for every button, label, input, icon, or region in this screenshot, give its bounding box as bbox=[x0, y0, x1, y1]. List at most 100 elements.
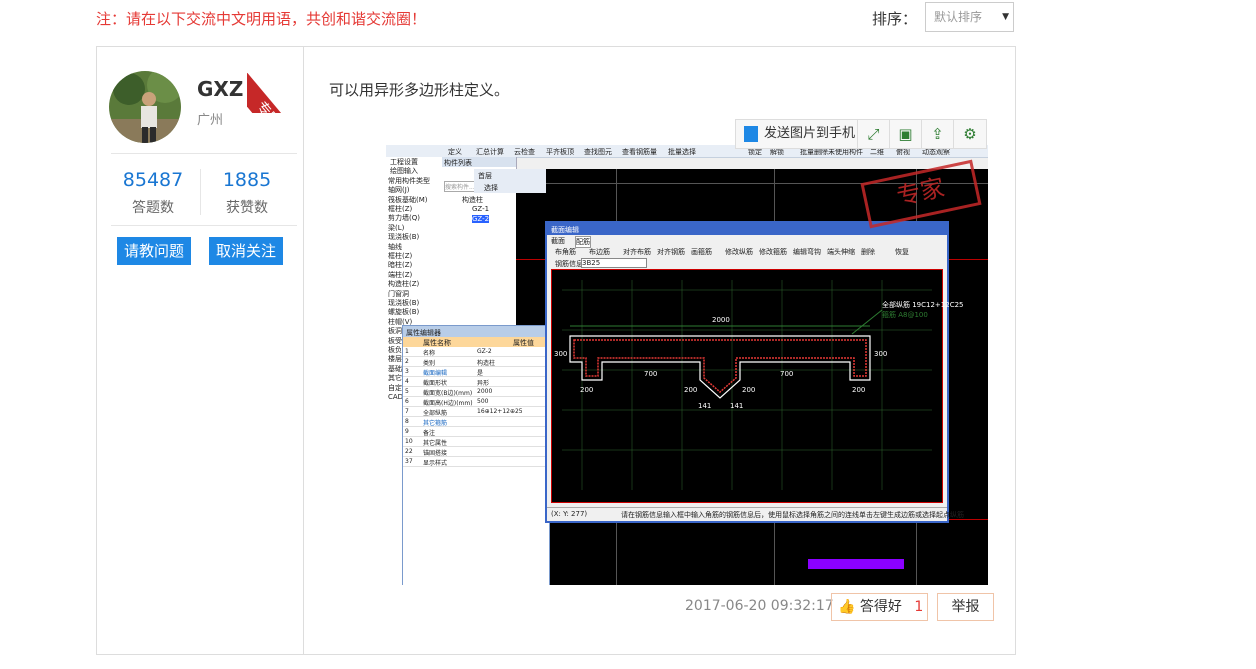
property-row[interactable]: 7 全部纵筋 16⊕12+12⊕25 bbox=[403, 407, 549, 417]
dim-200b: 200 bbox=[684, 386, 698, 394]
dialog-tool-button[interactable]: 删除 bbox=[861, 247, 875, 257]
dialog-tool-button[interactable]: 端头伸缩 bbox=[827, 247, 855, 257]
answers-count: 85487 bbox=[122, 169, 184, 191]
thumb-up-icon: 👍 bbox=[838, 599, 856, 615]
property-name: 其它箍筋 bbox=[423, 420, 448, 427]
property-n: 8 bbox=[405, 418, 409, 425]
expert-ribbon: 专家 bbox=[247, 47, 303, 113]
component-item-selected[interactable]: GZ-2 bbox=[472, 215, 490, 223]
dialog-tool-button[interactable]: 布边筋 bbox=[589, 247, 610, 257]
phone-icon bbox=[744, 126, 758, 142]
save-icon[interactable]: ▣ bbox=[890, 120, 922, 148]
menu-find: 查找图元 bbox=[584, 148, 612, 156]
property-row[interactable]: 3 截面编辑 是 bbox=[403, 367, 549, 377]
chevron-down-icon: ▼ bbox=[1002, 12, 1009, 22]
share-icon[interactable]: ⇪ bbox=[922, 120, 954, 148]
likes-label: 获赞数 bbox=[226, 200, 268, 216]
floor-selector[interactable]: 首层 bbox=[474, 169, 546, 181]
component-list-title: 构件列表 bbox=[444, 159, 472, 167]
select-tool[interactable]: 选择 bbox=[474, 181, 546, 193]
dim-200c: 200 bbox=[742, 386, 756, 394]
property-val: 2000 bbox=[477, 388, 493, 395]
avatar[interactable] bbox=[109, 71, 181, 143]
section-canvas[interactable]: 2000 300 300 200 700 700 200 200 200 141… bbox=[551, 269, 964, 503]
property-name: 显示样式 bbox=[423, 460, 448, 467]
notice-text: 注：请在以下交流中文明用语，共创和谐交流圈！ bbox=[96, 10, 427, 28]
dialog-tool-button[interactable]: 修改纵筋 bbox=[725, 247, 753, 257]
property-row[interactable]: 8 其它箍筋 bbox=[403, 417, 549, 427]
property-row[interactable]: 22 锚固搭接 bbox=[403, 447, 549, 457]
menu-define: 定义 bbox=[448, 148, 462, 156]
dialog-tool-button[interactable]: 对齐钢筋 bbox=[657, 247, 685, 257]
dim-mid-left: 700 bbox=[644, 370, 658, 378]
property-n: 3 bbox=[405, 368, 409, 375]
dim-right: 300 bbox=[874, 350, 888, 358]
dim-bottom-right: 200 bbox=[852, 386, 866, 394]
user-city: 广州 bbox=[197, 113, 224, 128]
answer-card: GXZ 广州 专家 85487 答题数 1885 获赞数 请教问题 取消关注 可… bbox=[96, 46, 1016, 655]
answer-image[interactable]: 定义 汇总计算 云检查 平齐板顶 查找图元 查看钢筋量 批量选择 锁定 解锁 批… bbox=[386, 145, 988, 585]
status-message: 请在钢筋信息输入框中输入角筋的钢筋信息后，使用鼠标选择角筋之间的连线单击左键生成… bbox=[621, 511, 964, 519]
floor-label: 首层 bbox=[478, 172, 492, 180]
send-to-phone-label: 发送图片到手机 bbox=[764, 126, 856, 141]
property-row[interactable]: 10 其它属性 bbox=[403, 437, 549, 447]
property-val: GZ-2 bbox=[477, 348, 492, 355]
good-answer-button[interactable]: 👍 答得好 1 bbox=[831, 593, 928, 621]
property-val: 异形 bbox=[477, 380, 490, 387]
coord-readout: (X: Y: 277) bbox=[551, 510, 588, 518]
property-name: 备注 bbox=[423, 430, 436, 437]
select-label: 选择 bbox=[484, 184, 498, 192]
dialog-status-bar: (X: Y: 277) 请在钢筋信息输入框中输入角筋的钢筋信息后，使用鼠标选择角… bbox=[547, 507, 964, 520]
section-edit-dialog: 截面编辑 截面 配筋 布角筋 布边筋 对齐布筋 对齐钢筋 画箍筋 修改纵筋 修改箍筋 编辑弯钩… bbox=[545, 221, 964, 523]
unfollow-button[interactable]: 取消关注 bbox=[209, 237, 284, 265]
user-name[interactable]: GXZ bbox=[197, 77, 243, 101]
property-name: 类别 bbox=[423, 360, 436, 367]
ask-question-button[interactable]: 请教问题 bbox=[117, 237, 192, 265]
component-group[interactable]: 构造柱 bbox=[462, 195, 483, 205]
fullscreen-icon[interactable]: ⤢ bbox=[858, 120, 890, 148]
property-row[interactable]: 2 类别 构造柱 bbox=[403, 357, 549, 367]
dialog-title: 截面编辑 bbox=[551, 226, 579, 234]
property-editor: 属性编辑器 属性名称 属性值 1 名称 GZ-2 2 类别 构造柱 3 截面编辑是 4 截面形状异… bbox=[402, 325, 550, 585]
stirrup-annotation: 箍筋 A8@100 bbox=[882, 311, 928, 319]
property-row[interactable]: 1 名称 GZ-2 bbox=[403, 347, 549, 357]
expert-badge: 专家 bbox=[247, 72, 303, 113]
dim-141b: 141 bbox=[730, 402, 744, 410]
property-n: 6 bbox=[405, 398, 409, 405]
dialog-tool-button[interactable]: 恢复 bbox=[895, 247, 909, 257]
good-answer-count: 1 bbox=[914, 599, 924, 615]
component-item[interactable]: GZ-1 bbox=[472, 205, 489, 213]
dim-mid-right: 700 bbox=[780, 370, 794, 378]
send-to-phone-button[interactable]: 发送图片到手机 bbox=[736, 120, 858, 148]
property-row[interactable]: 5 截面宽(B边)(mm) 2000 bbox=[403, 387, 549, 397]
property-n: 9 bbox=[405, 428, 409, 435]
report-button[interactable]: 举报 bbox=[937, 593, 994, 621]
property-name: 其它属性 bbox=[423, 440, 448, 447]
property-n: 5 bbox=[405, 388, 409, 395]
dialog-tool-button[interactable]: 对齐布筋 bbox=[623, 247, 651, 257]
dialog-tool-button[interactable]: 画箍筋 bbox=[691, 247, 712, 257]
dialog-tool-button[interactable]: 布角筋 bbox=[555, 247, 576, 257]
dialog-tool-button[interactable]: 编辑弯钩 bbox=[793, 247, 821, 257]
property-row[interactable]: 6 截面高(H边)(mm) 500 bbox=[403, 397, 549, 407]
property-row[interactable]: 4 截面形状 异形 bbox=[403, 377, 549, 387]
property-name: 截面编辑 bbox=[423, 370, 448, 377]
likes-count: 1885 bbox=[222, 169, 272, 191]
answer-text: 可以用异形多边形柱定义。 bbox=[329, 81, 510, 99]
answers-label: 答题数 bbox=[132, 200, 174, 216]
sort-label: 排序： bbox=[872, 10, 918, 28]
property-row[interactable]: 9 备注 bbox=[403, 427, 549, 437]
dialog-tool-button[interactable]: 修改箍筋 bbox=[759, 247, 787, 257]
sort-select[interactable]: 默认排序 ▼ bbox=[925, 2, 1014, 32]
property-name: 截面宽(B边)(mm) bbox=[423, 390, 473, 397]
settings-icon[interactable]: ⚙ bbox=[954, 120, 986, 148]
menu-calc: 汇总计算 bbox=[476, 148, 504, 156]
post-time: 2017-06-20 09:32:17 bbox=[685, 598, 834, 614]
property-val: 是 bbox=[477, 370, 484, 377]
property-row[interactable]: 37 显示样式 bbox=[403, 457, 549, 467]
dim-top: 2000 bbox=[712, 316, 730, 324]
rebar-info-input[interactable]: 3B25 bbox=[581, 258, 647, 268]
property-n: 2 bbox=[405, 358, 409, 365]
property-n: 22 bbox=[405, 448, 413, 455]
menu-check: 云检查 bbox=[514, 148, 535, 156]
